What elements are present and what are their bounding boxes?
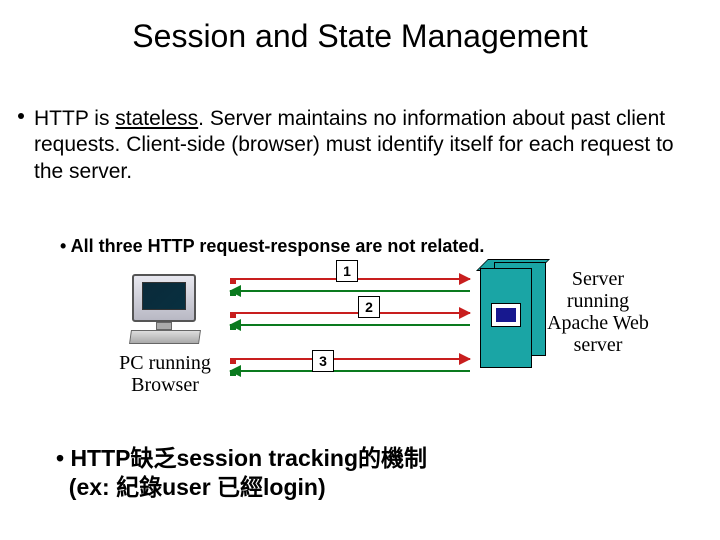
- pc-label-line1: PC running: [119, 352, 211, 374]
- response-arrow-1: [230, 290, 470, 292]
- server-label-line1: Server: [572, 268, 624, 290]
- bullet-3-line2: (ex: 紀錄user 已經login): [56, 474, 326, 500]
- http-stateless-diagram: PC running Browser 1 2 3 Server running …: [60, 262, 660, 412]
- bullet-3: • HTTP缺乏session tracking的機制 (ex: 紀錄user …: [56, 444, 427, 502]
- number-box-2: 2: [358, 296, 380, 318]
- request-arrow-2: [230, 312, 470, 314]
- bullet-1: HTTP is stateless. Server maintains no i…: [34, 106, 686, 185]
- number-box-3: 3: [312, 350, 334, 372]
- pc-monitor-icon: [132, 274, 196, 322]
- server-label-line3: Apache Web: [547, 312, 649, 334]
- pc-stand-icon: [156, 322, 172, 330]
- number-box-1: 1: [336, 260, 358, 282]
- bullet-3-line1: • HTTP缺乏session tracking的機制: [56, 445, 427, 471]
- pc-label-line2: Browser: [131, 374, 199, 396]
- bullet-2: • All three HTTP request-response are no…: [60, 236, 484, 257]
- slide-title: Session and State Management: [0, 0, 720, 55]
- pc-keyboard-icon: [129, 330, 201, 344]
- server-label-line4: server: [574, 334, 623, 356]
- bullet-dot-icon: [18, 113, 24, 119]
- bullet-1-underline: stateless: [115, 107, 198, 130]
- response-arrow-3: [230, 370, 470, 372]
- server-label-line2: running: [567, 290, 629, 312]
- request-arrow-3: [230, 358, 470, 360]
- pc-label: PC running Browser: [90, 352, 240, 396]
- bullet-1-pre: HTTP is: [34, 107, 115, 130]
- server-label: Server running Apache Web server: [528, 268, 668, 356]
- response-arrow-2: [230, 324, 470, 326]
